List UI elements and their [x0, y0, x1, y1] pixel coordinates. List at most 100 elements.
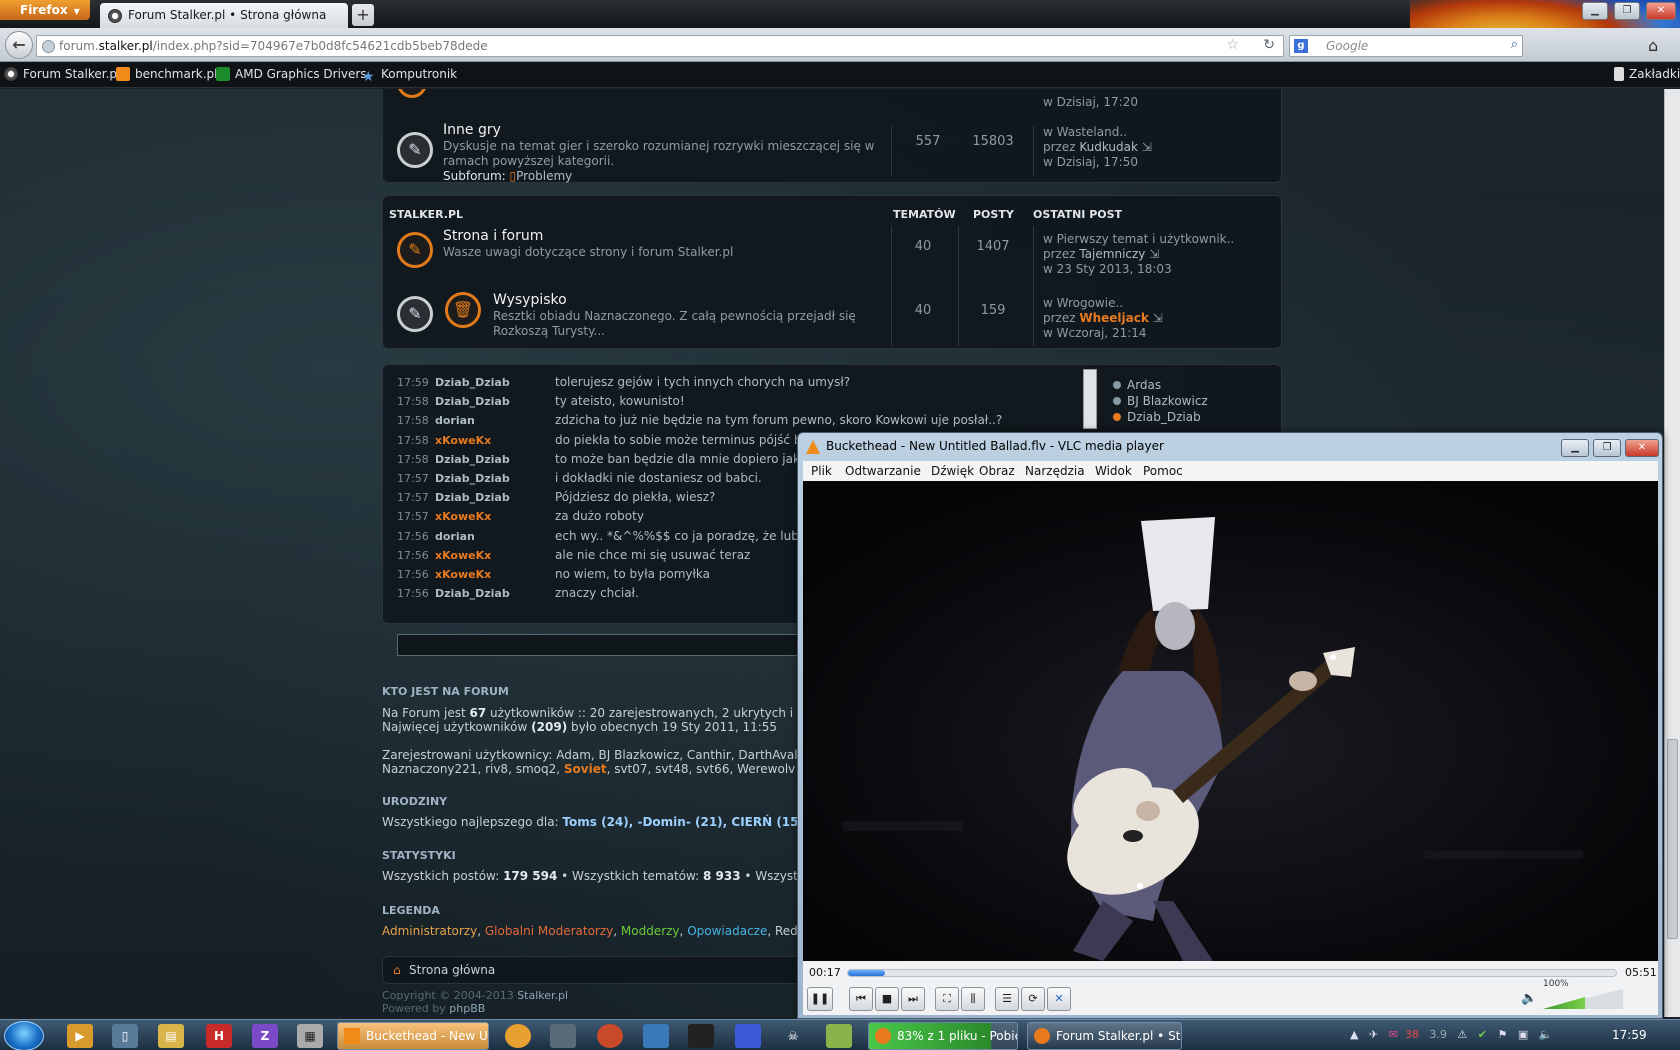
- registered-users-list[interactable]: Naznaczony221, riv8, smoq2,: [382, 762, 564, 776]
- app-icon[interactable]: [826, 1024, 852, 1048]
- h-app-icon[interactable]: H: [206, 1024, 232, 1048]
- bookmark-benchmark[interactable]: benchmark.pl: [116, 67, 218, 81]
- minimize-window-button[interactable]: ▁: [1582, 2, 1608, 20]
- home-breadcrumb[interactable]: ⌂ Strona główna: [382, 956, 802, 984]
- taskbar-task-download[interactable]: 83% z 1 pliku - Pobie...: [868, 1022, 1018, 1050]
- steam-icon[interactable]: [688, 1024, 714, 1048]
- bookmark-forum-stalker[interactable]: Forum Stalker.pl: [4, 67, 120, 81]
- clock[interactable]: 17:59: [1612, 1028, 1647, 1042]
- save-icon[interactable]: [735, 1024, 761, 1048]
- legend-modders[interactable]: Modderzy: [621, 924, 680, 938]
- message-author[interactable]: Dziab_Dziab: [435, 587, 555, 600]
- forum-title-wysypisko[interactable]: Wysypisko: [493, 292, 567, 308]
- tray-value[interactable]: 3.9: [1429, 1028, 1447, 1041]
- vlc-menu-video[interactable]: Obraz: [979, 464, 1015, 478]
- copyright-site[interactable]: Stalker.pl: [517, 989, 568, 1002]
- shoutbox-scrollbar[interactable]: [1083, 369, 1097, 429]
- go-to-post-icon[interactable]: ⇲: [1142, 140, 1152, 154]
- google-engine-icon[interactable]: g: [1294, 39, 1308, 53]
- bookmark-star-icon[interactable]: ☆: [1226, 37, 1239, 53]
- go-to-post-icon[interactable]: ⇲: [1153, 311, 1163, 325]
- online-user[interactable]: Dziab_Dziab: [1113, 409, 1208, 425]
- restore-window-button[interactable]: ❐: [1614, 2, 1640, 20]
- app-icon[interactable]: [505, 1024, 531, 1048]
- last-post-line1[interactable]: w Wrogowie..: [1043, 296, 1123, 311]
- search-bar[interactable]: g Google ⌕: [1289, 35, 1523, 57]
- playlist-button[interactable]: ☰: [995, 987, 1019, 1011]
- pause-button[interactable]: ❚❚: [807, 987, 833, 1011]
- tab-forum-stalker[interactable]: Forum Stalker.pl • Strona główna: [100, 3, 348, 28]
- flag-icon[interactable]: ⚑: [1498, 1028, 1508, 1041]
- reload-icon[interactable]: ↻: [1263, 37, 1275, 53]
- message-author[interactable]: dorian: [435, 530, 555, 543]
- highlighted-user[interactable]: Soviet: [564, 762, 607, 776]
- message-author[interactable]: xKoweKx: [435, 568, 555, 581]
- last-post-user[interactable]: Tajemniczy: [1079, 247, 1145, 261]
- subforum-link-problemy[interactable]: Problemy: [516, 169, 572, 183]
- tray-app-icon[interactable]: ✔: [1478, 1028, 1487, 1041]
- bookmarks-menu-button[interactable]: Zakładki: [1614, 67, 1680, 81]
- url-bar[interactable]: forum.stalker.pl/index.php?sid=704967e7b…: [36, 35, 1284, 57]
- site-identity-icon[interactable]: [42, 40, 55, 53]
- tray-expand-icon[interactable]: ▲: [1350, 1028, 1358, 1041]
- new-tab-button[interactable]: +: [352, 4, 374, 26]
- volume-slider[interactable]: 100%: [1543, 979, 1623, 1009]
- vlc-menu-help[interactable]: Pomoc: [1143, 464, 1183, 478]
- message-author[interactable]: Dziab_Dziab: [435, 472, 555, 485]
- vlc-maximize-button[interactable]: ❐: [1593, 439, 1621, 457]
- message-author[interactable]: xKoweKx: [435, 434, 555, 447]
- vlc-video-frame[interactable]: [803, 481, 1658, 961]
- message-author[interactable]: Dziab_Dziab: [435, 491, 555, 504]
- app-icon[interactable]: [643, 1024, 669, 1048]
- last-post-line1[interactable]: w Wasteland..: [1043, 125, 1127, 140]
- registered-users-list[interactable]: Adam, BJ Blazkowicz, Canthir, DarthAvalo…: [556, 748, 812, 762]
- message-author[interactable]: xKoweKx: [435, 549, 555, 562]
- forum-title-inne-gry[interactable]: Inne gry: [443, 122, 501, 138]
- message-author[interactable]: Dziab_Dziab: [435, 395, 555, 408]
- birthday-users[interactable]: Toms (24), -Domin- (21), CIERŃ (15): [562, 815, 804, 829]
- bookmark-komputronik[interactable]: ★ Komputronik: [362, 67, 457, 84]
- registered-users-list[interactable]: , svt07, svt48, svt66, Werewolv: [607, 762, 796, 776]
- back-button[interactable]: ←: [5, 31, 33, 59]
- legend-admins[interactable]: Administratorzy: [382, 924, 477, 938]
- tray-app-icon[interactable]: ⚠: [1457, 1028, 1467, 1041]
- scrollbar-thumb[interactable]: [1667, 739, 1678, 939]
- phone-app-icon[interactable]: ▯: [112, 1024, 138, 1048]
- message-author[interactable]: xKoweKx: [435, 510, 555, 523]
- legend-storytellers[interactable]: Opowiadacze: [687, 924, 767, 938]
- last-post-user[interactable]: Kudkudak: [1079, 140, 1138, 154]
- search-icon[interactable]: ⌕: [1511, 37, 1518, 52]
- vlc-menu-tools[interactable]: Narzędzia: [1025, 464, 1085, 478]
- legend-global-mods[interactable]: Globalni Moderatorzy: [485, 924, 613, 938]
- explorer-icon[interactable]: ▤: [158, 1024, 184, 1048]
- tray-app-icon[interactable]: ✈: [1369, 1028, 1378, 1041]
- firefox-icon[interactable]: [597, 1024, 623, 1048]
- clapper-icon[interactable]: ▦: [297, 1024, 323, 1048]
- home-icon[interactable]: ⌂: [1648, 36, 1658, 55]
- message-author[interactable]: dorian: [435, 414, 555, 427]
- powered-by-phpbb[interactable]: phpBB: [449, 1002, 485, 1015]
- previous-button[interactable]: ⏮: [849, 987, 873, 1011]
- speaker-icon[interactable]: 🔈: [1521, 991, 1537, 1006]
- last-post-user[interactable]: Wheeljack: [1079, 311, 1148, 325]
- vlc-minimize-button[interactable]: ▁: [1561, 439, 1589, 457]
- last-post-line1[interactable]: w Pierwszy temat i użytkownik..: [1043, 232, 1234, 247]
- stop-button[interactable]: ■: [875, 987, 899, 1011]
- message-author[interactable]: Dziab_Dziab: [435, 376, 555, 389]
- media-player-icon[interactable]: ▶: [67, 1024, 93, 1048]
- go-to-post-icon[interactable]: ⇲: [1149, 247, 1159, 261]
- home-link[interactable]: Strona główna: [409, 963, 495, 977]
- taskbar-task-vlc[interactable]: Buckethead - New U...: [337, 1022, 489, 1050]
- fullscreen-button[interactable]: ⛶: [935, 987, 959, 1011]
- seek-slider[interactable]: [847, 969, 1617, 977]
- loop-button[interactable]: ⟳: [1021, 987, 1045, 1011]
- vlc-close-button[interactable]: ✕: [1625, 439, 1659, 457]
- firefox-menu-button[interactable]: Firefox ▼: [0, 0, 90, 20]
- close-window-button[interactable]: ✕: [1646, 2, 1676, 20]
- start-button[interactable]: [4, 1021, 44, 1050]
- page-scrollbar[interactable]: [1664, 89, 1680, 1017]
- online-user[interactable]: BJ Blazkowicz: [1113, 393, 1208, 409]
- network-icon[interactable]: ▣: [1518, 1028, 1528, 1041]
- tray-app-icon[interactable]: ✉: [1389, 1028, 1398, 1041]
- shuffle-button[interactable]: ✕: [1047, 987, 1071, 1011]
